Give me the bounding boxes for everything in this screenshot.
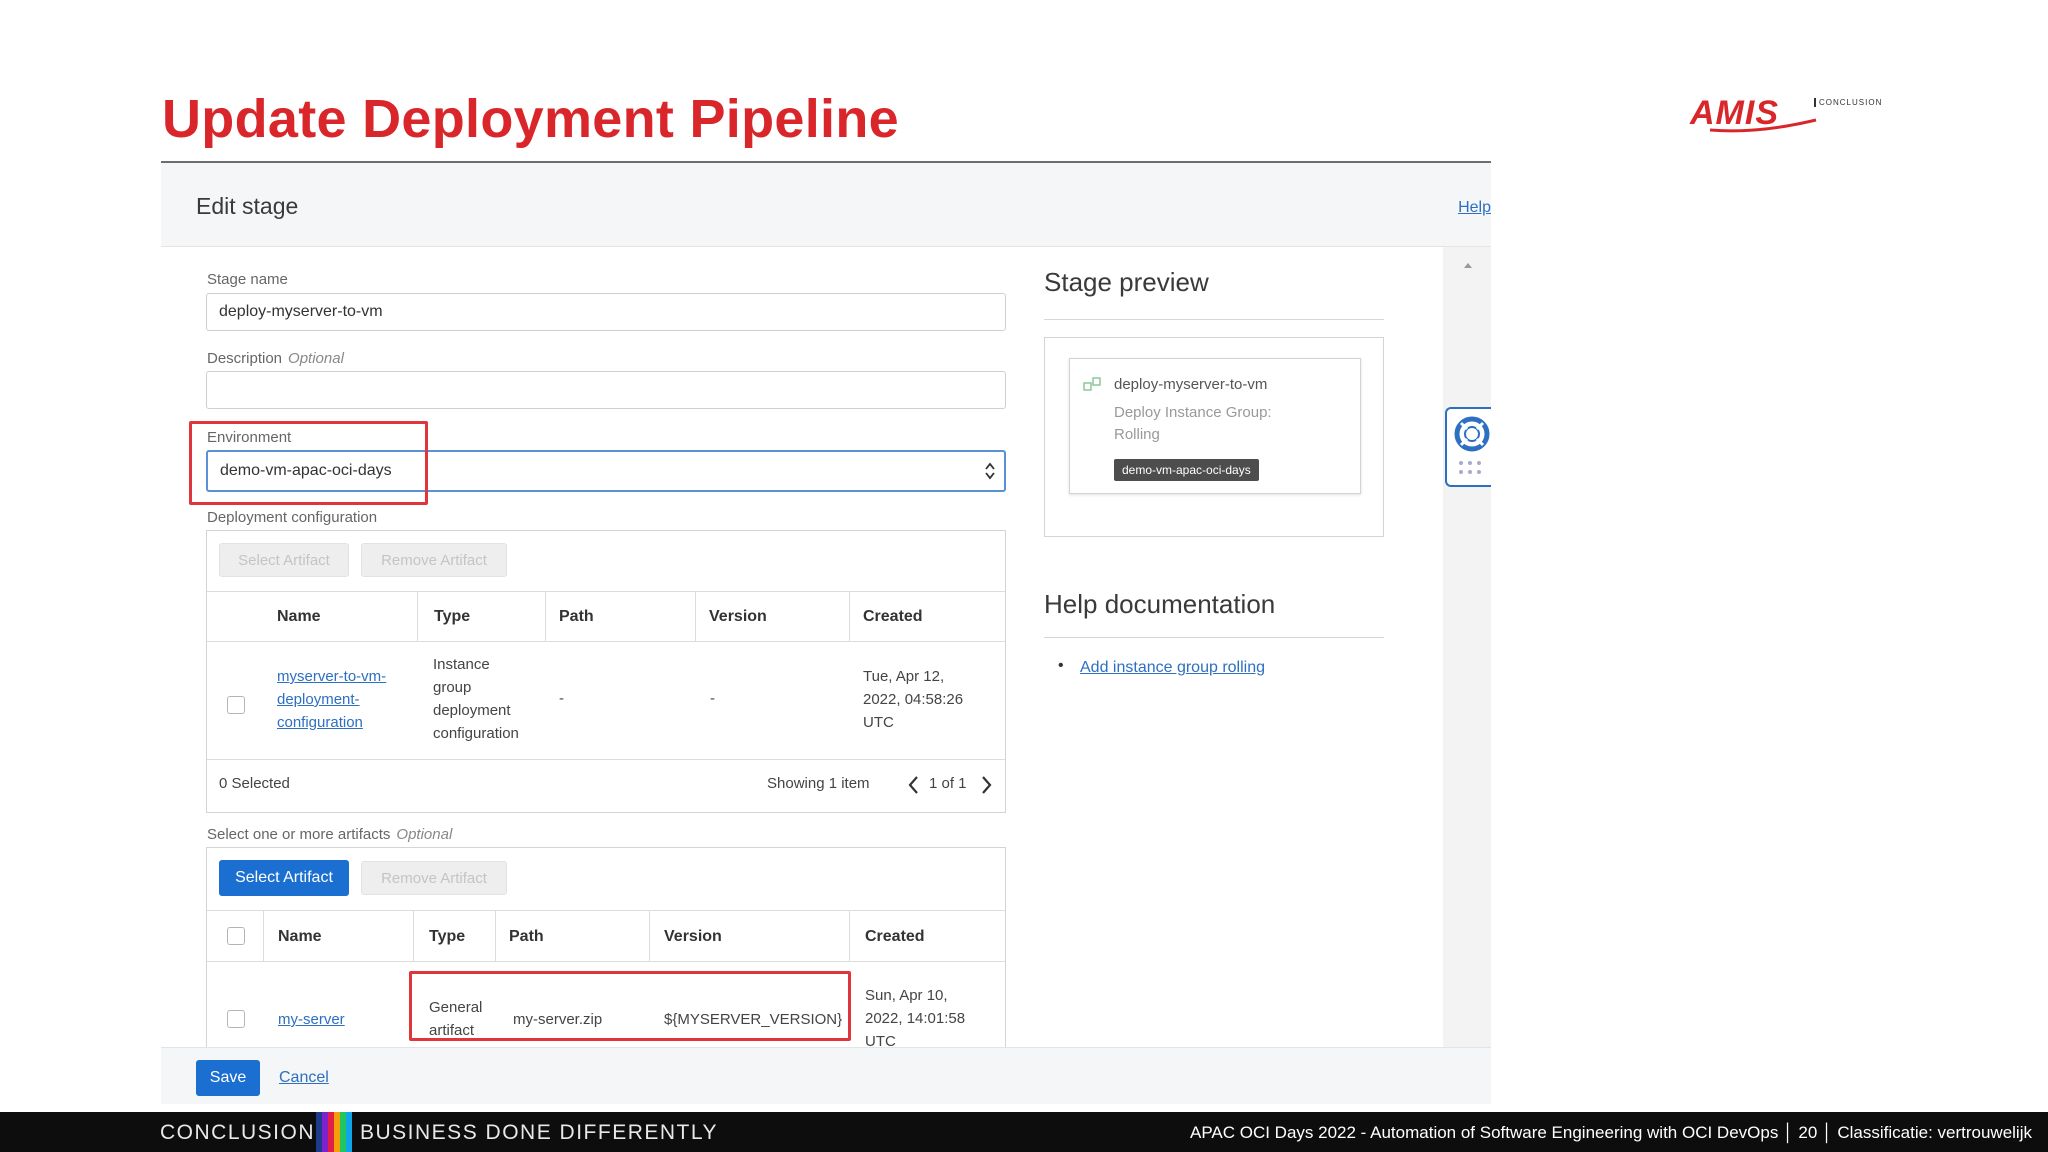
select-artifact-button-disabled[interactable]: Select Artifact bbox=[219, 543, 349, 577]
stage-node-icon bbox=[1083, 377, 1101, 391]
col-name[interactable]: Name bbox=[277, 608, 321, 626]
artifact-highlight bbox=[409, 971, 851, 1041]
footer-color-bars bbox=[316, 1112, 352, 1152]
config-type: Instance group deployment configuration bbox=[433, 656, 519, 742]
select-all-checkbox[interactable] bbox=[227, 927, 245, 945]
artifact-created: Sun, Apr 10, 2022, 14:01:58 UTC bbox=[865, 987, 966, 1050]
row-checkbox[interactable] bbox=[227, 696, 245, 714]
artifact-col-path[interactable]: Path bbox=[509, 928, 544, 946]
row-checkbox[interactable] bbox=[227, 1010, 245, 1028]
description-input[interactable] bbox=[206, 371, 1006, 409]
col-path[interactable]: Path bbox=[559, 608, 594, 626]
preview-line2: Rolling bbox=[1114, 426, 1160, 443]
deployment-config-label: Deployment configuration bbox=[207, 509, 378, 526]
preview-line1: Deploy Instance Group: bbox=[1114, 404, 1272, 421]
selected-count: 0 Selected bbox=[219, 775, 290, 792]
next-page-icon[interactable] bbox=[979, 775, 993, 795]
lifebuoy-icon bbox=[1454, 416, 1490, 452]
amis-logo: AMIS CONCLUSION bbox=[1690, 94, 1883, 133]
dialog-header: Edit stage Help bbox=[161, 163, 1491, 247]
artifacts-label: Select one or more artifacts Optional bbox=[207, 826, 453, 843]
form-area: Stage name deploy-myserver-to-vm Descrip… bbox=[161, 247, 1491, 1057]
config-name-link[interactable]: myserver-to-vm- deployment- configuratio… bbox=[277, 665, 386, 734]
help-link[interactable]: Help bbox=[1458, 199, 1491, 217]
dots-grid-icon bbox=[1459, 461, 1481, 474]
stage-preview-panel: deploy-myserver-to-vm Deploy Instance Gr… bbox=[1044, 337, 1384, 537]
col-version[interactable]: Version bbox=[709, 608, 767, 626]
cancel-link[interactable]: Cancel bbox=[279, 1069, 329, 1087]
scroll-up-icon[interactable] bbox=[1463, 261, 1473, 269]
footer-conclusion: CONCLUSION bbox=[160, 1121, 316, 1144]
artifact-col-created[interactable]: Created bbox=[865, 928, 925, 946]
col-created[interactable]: Created bbox=[863, 608, 923, 626]
help-doc-title: Help documentation bbox=[1044, 589, 1276, 619]
col-type[interactable]: Type bbox=[434, 608, 470, 626]
environment-badge: demo-vm-apac-oci-days bbox=[1114, 459, 1259, 481]
artifact-col-version[interactable]: Version bbox=[664, 928, 722, 946]
slide-footer: CONCLUSION BUSINESS DONE DIFFERENTLY APA… bbox=[0, 1112, 2048, 1152]
footer-info: APAC OCI Days 2022 - Automation of Softw… bbox=[1189, 1123, 2032, 1142]
prev-page-icon[interactable] bbox=[907, 775, 921, 795]
help-widget[interactable] bbox=[1445, 407, 1491, 487]
slide-title: Update Deployment Pipeline bbox=[162, 89, 899, 149]
artifact-name-link[interactable]: my-server bbox=[278, 1008, 345, 1031]
preview-stage-name: deploy-myserver-to-vm bbox=[1114, 376, 1268, 393]
oci-console-screenshot: Edit stage Help Stage name deploy-myserv… bbox=[161, 161, 1491, 1104]
stage-name-label: Stage name bbox=[207, 271, 288, 288]
logo-swoosh-icon bbox=[1709, 118, 1817, 133]
environment-highlight bbox=[189, 421, 428, 505]
config-created: Tue, Apr 12, 2022, 04:58:26 UTC bbox=[863, 668, 964, 731]
artifact-col-name[interactable]: Name bbox=[278, 928, 322, 946]
artifact-col-type[interactable]: Type bbox=[429, 928, 465, 946]
select-arrows-icon bbox=[985, 462, 995, 480]
showing-count: Showing 1 item bbox=[767, 775, 870, 792]
stage-preview-title: Stage preview bbox=[1044, 267, 1209, 297]
remove-artifact-button[interactable]: Remove Artifact bbox=[361, 861, 507, 895]
action-bar: Save Cancel bbox=[161, 1047, 1491, 1104]
scrollbar-track[interactable] bbox=[1443, 247, 1491, 1047]
artifacts-panel: Select Artifact Remove Artifact Name Typ… bbox=[206, 847, 1006, 1057]
deployment-config-panel: Select Artifact Remove Artifact Name Typ… bbox=[206, 530, 1006, 813]
config-version: - bbox=[710, 690, 715, 707]
footer-tagline: BUSINESS DONE DIFFERENTLY bbox=[360, 1121, 718, 1144]
stage-name-input[interactable]: deploy-myserver-to-vm bbox=[206, 293, 1006, 331]
dialog-title: Edit stage bbox=[196, 193, 299, 219]
save-button[interactable]: Save bbox=[196, 1060, 260, 1096]
remove-artifact-button-disabled[interactable]: Remove Artifact bbox=[361, 543, 507, 577]
help-doc-bullet: • bbox=[1058, 657, 1064, 674]
help-doc-link[interactable]: Add instance group rolling bbox=[1080, 659, 1265, 677]
select-artifact-button[interactable]: Select Artifact bbox=[219, 860, 349, 896]
description-label: Description Optional bbox=[207, 350, 344, 367]
stage-preview-card[interactable]: deploy-myserver-to-vm Deploy Instance Gr… bbox=[1069, 358, 1361, 494]
page-indicator: 1 of 1 bbox=[929, 775, 967, 792]
config-path: - bbox=[559, 690, 564, 707]
